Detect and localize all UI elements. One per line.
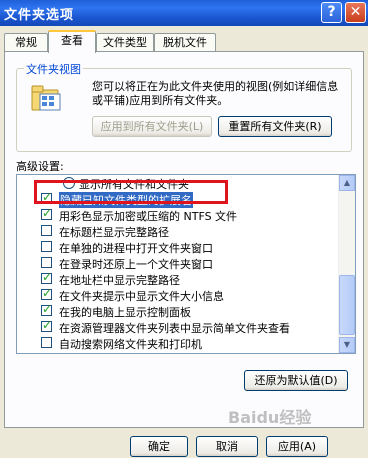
list-item[interactable]: 在登录时还原上一个文件夹窗口: [17, 255, 339, 271]
checkbox[interactable]: [41, 337, 52, 348]
checkbox[interactable]: [41, 241, 52, 252]
cancel-button[interactable]: 取消: [196, 436, 258, 457]
checkbox[interactable]: [41, 318, 52, 332]
list-item-label: 在我的电脑上显示控制面板: [59, 306, 191, 319]
advanced-settings-label: 高级设置:: [16, 160, 64, 173]
watermark: Baidu经验: [228, 408, 312, 427]
list-item[interactable]: 在我的电脑上显示控制面板: [17, 302, 339, 319]
list-item-label: 用彩色显示加密或压缩的 NTFS 文件: [59, 210, 238, 223]
list-item-label: 在单独的进程中打开文件夹窗口: [59, 242, 213, 255]
checkbox[interactable]: [41, 206, 52, 220]
title-bar[interactable]: 文件夹选项 ? ✕: [0, 0, 368, 26]
checkbox[interactable]: [41, 257, 52, 268]
apply-to-all-folders-button[interactable]: 应用到所有文件夹(L): [92, 116, 212, 137]
folder-views-description: 您可以将正在为此文件夹使用的视图(例如详细信息或平铺)应用到所有文件夹。: [92, 80, 339, 107]
list-item-label: 在登录时还原上一个文件夹窗口: [59, 258, 213, 271]
list-item-label: 在文件夹提示中显示文件大小信息: [59, 290, 224, 303]
list-item[interactable]: 在地址栏中显示完整路径: [17, 270, 339, 287]
list-item[interactable]: 在资源管理器文件夹列表中显示简单文件夹查看: [17, 318, 339, 335]
folder-views-icon: [31, 85, 61, 111]
scroll-down-icon[interactable]: ▼: [339, 337, 355, 353]
list-item[interactable]: 自动搜索网络文件夹和打印机: [17, 335, 339, 351]
folder-views-legend: 文件夹视图: [24, 61, 83, 77]
checkbox[interactable]: [41, 286, 52, 300]
list-item-label: 在地址栏中显示完整路径: [59, 274, 180, 287]
tab-offline-files[interactable]: 脱机文件: [154, 33, 216, 53]
restore-defaults-button[interactable]: 还原为默认值(D): [244, 370, 348, 391]
scroll-up-icon[interactable]: ▲: [339, 175, 355, 191]
tab-view[interactable]: 查看: [48, 30, 96, 53]
list-item-label: 自动搜索网络文件夹和打印机: [59, 338, 202, 351]
list-item-label: 在标题栏显示完整路径: [59, 226, 169, 239]
scroll-thumb[interactable]: [339, 275, 355, 335]
highlight-annotation: [34, 180, 228, 204]
list-item[interactable]: 在单独的进程中打开文件夹窗口: [17, 239, 339, 255]
checkbox[interactable]: [41, 302, 52, 316]
apply-button[interactable]: 应用(A): [266, 436, 328, 457]
checkbox[interactable]: [41, 225, 52, 236]
tab-file-types[interactable]: 文件类型: [96, 33, 154, 53]
ok-button[interactable]: 确定: [130, 436, 188, 457]
window-title: 文件夹选项: [4, 8, 75, 23]
tab-general[interactable]: 常规: [4, 33, 48, 53]
close-button[interactable]: ✕: [345, 2, 366, 23]
list-item[interactable]: 在标题栏显示完整路径: [17, 223, 339, 239]
list-item[interactable]: 用彩色显示加密或压缩的 NTFS 文件: [17, 206, 339, 223]
list-item-label: 在资源管理器文件夹列表中显示简单文件夹查看: [59, 322, 290, 335]
help-button[interactable]: ?: [321, 2, 342, 23]
list-item[interactable]: 在文件夹提示中显示文件大小信息: [17, 286, 339, 303]
vertical-scrollbar[interactable]: ▲ ▼: [338, 175, 355, 353]
checkbox[interactable]: [41, 270, 52, 284]
reset-all-folders-button[interactable]: 重置所有文件夹(R): [218, 116, 332, 137]
